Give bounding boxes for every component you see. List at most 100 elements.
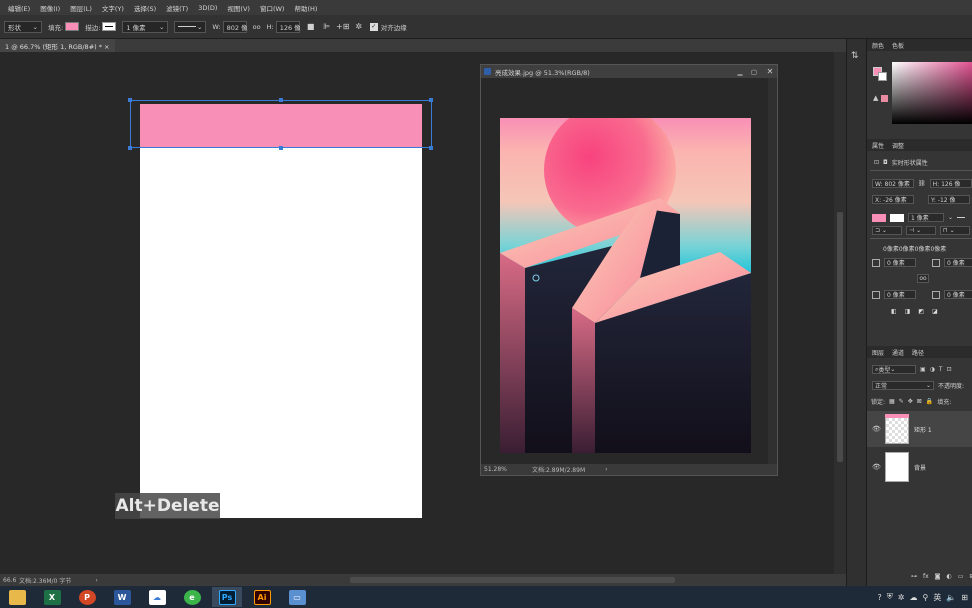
corner-link-button[interactable]: oo bbox=[917, 274, 929, 283]
horizontal-scrollbar-thumb[interactable] bbox=[350, 577, 675, 583]
lock-move-icon[interactable]: ✥ bbox=[908, 398, 913, 405]
tab-color[interactable]: 颜色 bbox=[872, 41, 884, 50]
menu-image[interactable]: 图像(I) bbox=[35, 3, 65, 13]
vertical-scrollbar[interactable] bbox=[834, 52, 846, 574]
menu-edit[interactable]: 编辑(E) bbox=[3, 3, 35, 13]
tab-swatches[interactable]: 色板 bbox=[892, 41, 904, 50]
taskbar-excel[interactable]: X bbox=[37, 587, 67, 607]
subtract-shape-icon[interactable]: ◨ bbox=[905, 308, 911, 315]
path-operations-icon[interactable]: ■ bbox=[306, 22, 316, 32]
props-stroke-width[interactable]: 1 像素 bbox=[908, 213, 944, 222]
taskbar-illustrator[interactable]: Ai bbox=[247, 587, 277, 607]
transform-handle-bottom-left[interactable] bbox=[128, 146, 132, 150]
shield-icon[interactable]: ⛨ bbox=[887, 592, 893, 602]
taskbar-photoshop[interactable]: Ps bbox=[212, 587, 242, 607]
align-edges-checkbox[interactable]: ✓ bbox=[369, 22, 378, 31]
width-input[interactable]: 802 像 bbox=[222, 20, 248, 33]
window-canvas-area[interactable] bbox=[481, 78, 768, 464]
layer-name[interactable]: 背景 bbox=[914, 463, 926, 472]
taskbar-image-viewer[interactable]: ▭ bbox=[282, 587, 312, 607]
network-icon[interactable]: ⚲ bbox=[922, 593, 928, 602]
gear-icon[interactable]: ✲ bbox=[354, 22, 364, 32]
corner-top-left-field[interactable]: 0 像素 bbox=[884, 258, 916, 267]
eye-icon[interactable]: 👁 bbox=[872, 425, 881, 433]
layer-row[interactable]: 👁 背景 bbox=[867, 449, 972, 485]
stroke-swatch[interactable] bbox=[102, 22, 117, 31]
filter-shape-icon[interactable]: ⊡ bbox=[947, 366, 952, 373]
tab-adjustments[interactable]: 调整 bbox=[892, 141, 904, 150]
stroke-line-icon[interactable] bbox=[957, 217, 966, 218]
stroke-caps-select[interactable]: ⊣ ⌄ bbox=[906, 226, 936, 235]
tab-channels[interactable]: 通道 bbox=[892, 348, 904, 357]
props-x-field[interactable]: X: -26 像素 bbox=[872, 195, 914, 204]
fx-icon[interactable]: fx bbox=[923, 573, 929, 580]
filter-pixel-icon[interactable]: ▣ bbox=[920, 366, 926, 373]
status-zoom[interactable]: 66.67% bbox=[3, 577, 17, 584]
chevron-right-icon[interactable]: › bbox=[95, 577, 97, 584]
props-stroke-swatch[interactable] bbox=[890, 213, 904, 222]
height-input[interactable]: 126 像 bbox=[275, 20, 301, 33]
taskbar-word[interactable]: W bbox=[107, 587, 137, 607]
transform-handle-top-left[interactable] bbox=[128, 98, 132, 102]
lock-transparency-icon[interactable]: ▦ bbox=[889, 398, 895, 405]
taskbar-browser[interactable]: e bbox=[177, 587, 207, 607]
combine-shapes-icon[interactable]: ◧ bbox=[891, 308, 897, 315]
props-height-field[interactable]: H: 126 像 bbox=[929, 179, 972, 188]
transform-handle-bottom-right[interactable] bbox=[429, 146, 433, 150]
layer-row-selected[interactable]: 👁 矩形 1 bbox=[867, 411, 972, 447]
corner-bottom-right-field[interactable]: 0 像素 bbox=[944, 290, 972, 299]
history-icon[interactable]: ⇅ bbox=[851, 51, 859, 61]
transform-bounding-box[interactable] bbox=[130, 100, 432, 148]
stroke-width-field[interactable]: 1 像素 ⌄ bbox=[122, 20, 169, 33]
menu-3d[interactable]: 3D(D) bbox=[193, 4, 222, 12]
color-picker-field[interactable] bbox=[892, 62, 972, 124]
path-arrangement-icon[interactable]: +⊞ bbox=[336, 22, 349, 32]
menu-view[interactable]: 视图(V) bbox=[222, 3, 255, 13]
taskbar-baidu-netdisk[interactable]: ☁ bbox=[142, 587, 172, 607]
adjustment-layer-icon[interactable]: ◐ bbox=[947, 573, 952, 580]
new-group-icon[interactable]: ▭ bbox=[958, 573, 964, 580]
window-scrollbar[interactable] bbox=[768, 78, 777, 464]
props-fill-swatch[interactable] bbox=[872, 213, 886, 222]
vertical-scrollbar-thumb[interactable] bbox=[837, 212, 843, 462]
help-icon[interactable]: ? bbox=[878, 593, 882, 602]
cloud-tray-icon[interactable]: ☁ bbox=[909, 593, 917, 602]
clock[interactable]: ⊞ bbox=[961, 593, 968, 602]
path-alignment-icon[interactable]: ⊫ bbox=[322, 22, 332, 32]
maximize-icon[interactable]: ▢ bbox=[749, 68, 759, 76]
taskbar-powerpoint[interactable]: P bbox=[72, 587, 102, 607]
link-icon[interactable]: ⛓ bbox=[918, 180, 926, 187]
document-tab[interactable]: 1 @ 66.7% (矩形 1, RGB/8#) * × bbox=[0, 39, 115, 52]
corner-bottom-left-field[interactable]: 0 像素 bbox=[884, 290, 916, 299]
link-icon[interactable]: oo bbox=[253, 23, 261, 31]
menu-window[interactable]: 窗口(W) bbox=[255, 3, 290, 13]
window-title-bar[interactable]: 亮成效果.jpg @ 51.3%(RGB/8) ▁ ▢ ✕ bbox=[481, 65, 777, 78]
tab-paths[interactable]: 路径 bbox=[912, 348, 924, 357]
props-width-field[interactable]: W: 802 像素 bbox=[872, 179, 914, 188]
fill-swatch[interactable] bbox=[65, 22, 80, 31]
chevron-right-icon[interactable]: › bbox=[605, 466, 607, 473]
background-color-swatch[interactable] bbox=[878, 72, 887, 81]
volume-icon[interactable]: 🔈 bbox=[946, 593, 956, 602]
tool-mode-select[interactable]: 形状 ⌄ bbox=[4, 20, 42, 33]
tab-properties[interactable]: 属性 bbox=[872, 141, 884, 150]
link-icon[interactable]: oo bbox=[917, 274, 929, 283]
add-mask-icon[interactable]: ◙ bbox=[935, 573, 941, 580]
exclude-shape-icon[interactable]: ◪ bbox=[932, 308, 938, 315]
intersect-shape-icon[interactable]: ◩ bbox=[918, 308, 924, 315]
stroke-corners-select[interactable]: ⊓ ⌄ bbox=[940, 226, 970, 235]
lock-paint-icon[interactable]: ✎ bbox=[899, 398, 904, 405]
floating-document-window[interactable]: 亮成效果.jpg @ 51.3%(RGB/8) ▁ ▢ ✕ 51.28% 文档:… bbox=[480, 64, 778, 476]
link-layers-icon[interactable]: ⊶ bbox=[911, 573, 917, 580]
eye-icon[interactable]: 👁 bbox=[872, 463, 881, 471]
menu-layer[interactable]: 图层(L) bbox=[65, 3, 97, 13]
filter-adjustment-icon[interactable]: ◑ bbox=[930, 366, 935, 373]
filter-type-icon[interactable]: T bbox=[939, 366, 943, 373]
menu-filter[interactable]: 滤镜(T) bbox=[161, 3, 193, 13]
transform-handle-bottom-middle[interactable] bbox=[279, 146, 283, 150]
ime-icon[interactable]: 英 bbox=[933, 592, 941, 603]
taskbar-file-explorer[interactable] bbox=[2, 587, 32, 607]
layer-name[interactable]: 矩形 1 bbox=[914, 425, 932, 434]
document-canvas[interactable] bbox=[140, 104, 422, 518]
layer-filter-select[interactable]: ⌕ 类型 ⌄ bbox=[872, 365, 916, 374]
